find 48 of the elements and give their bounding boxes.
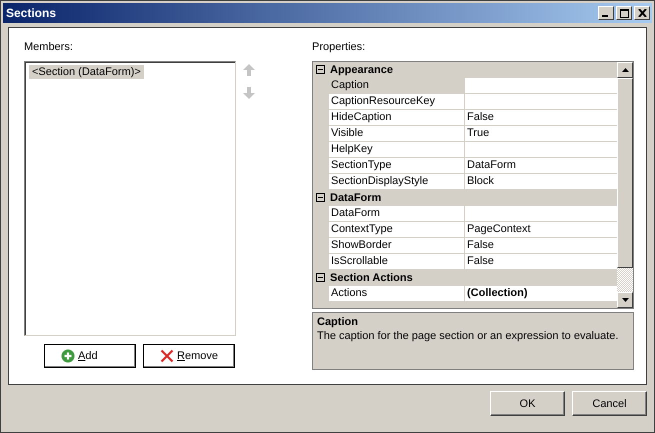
- description-text: The caption for the page section or an expression to evaluate.: [317, 330, 620, 342]
- property-name[interactable]: HelpKey: [329, 142, 465, 158]
- collapse-icon[interactable]: [316, 65, 325, 74]
- plus-icon: [61, 349, 75, 363]
- up-triangle-icon: [622, 68, 628, 72]
- collapse-icon[interactable]: [316, 193, 325, 202]
- property-value[interactable]: False: [465, 110, 617, 126]
- remove-button[interactable]: Remove: [143, 344, 235, 368]
- members-label: Members:: [24, 41, 74, 54]
- property-value[interactable]: False: [465, 254, 617, 270]
- property-value[interactable]: (Collection): [465, 286, 617, 302]
- category-header[interactable]: Appearance: [330, 64, 393, 76]
- maximize-icon: [620, 8, 628, 18]
- property-name[interactable]: Actions: [329, 286, 465, 302]
- window-title: Sections: [6, 6, 56, 20]
- property-name[interactable]: CaptionResourceKey: [329, 94, 465, 110]
- down-triangle-icon: [622, 298, 628, 302]
- property-value[interactable]: PageContext: [465, 222, 617, 238]
- dialog-button[interactable]: OK: [490, 391, 565, 416]
- category-header[interactable]: Section Actions: [330, 272, 413, 284]
- maximize-button[interactable]: [616, 6, 632, 20]
- close-button[interactable]: [634, 6, 650, 20]
- close-icon: [638, 9, 646, 17]
- description-title: Caption: [317, 316, 359, 328]
- property-value[interactable]: False: [465, 238, 617, 254]
- property-name[interactable]: DataForm: [329, 206, 465, 222]
- property-value[interactable]: DataForm: [465, 158, 617, 174]
- property-name[interactable]: HideCaption: [329, 110, 465, 126]
- category-header[interactable]: DataForm: [330, 192, 382, 204]
- property-value[interactable]: True: [465, 126, 617, 142]
- property-name[interactable]: ContextType: [329, 222, 465, 238]
- scrollbar[interactable]: [617, 62, 633, 308]
- collapse-icon[interactable]: [316, 273, 325, 282]
- property-name[interactable]: SectionDisplayStyle: [329, 174, 465, 190]
- property-name[interactable]: ShowBorder: [329, 238, 465, 254]
- scroll-down-button[interactable]: [617, 292, 633, 308]
- cross-icon: [160, 349, 174, 363]
- properties-label: Properties:: [312, 41, 366, 54]
- add-button[interactable]: Add: [44, 344, 136, 368]
- property-value[interactable]: Block: [465, 174, 617, 190]
- dialog-button[interactable]: Cancel: [572, 391, 647, 416]
- property-name[interactable]: SectionType: [329, 158, 465, 174]
- minimize-button[interactable]: [598, 6, 614, 20]
- member-item[interactable]: <Section (DataForm)>: [29, 65, 144, 79]
- scroll-thumb[interactable]: [617, 78, 633, 268]
- property-name[interactable]: IsScrollable: [329, 254, 465, 270]
- property-name[interactable]: Visible: [329, 126, 465, 142]
- scroll-up-button[interactable]: [617, 62, 633, 78]
